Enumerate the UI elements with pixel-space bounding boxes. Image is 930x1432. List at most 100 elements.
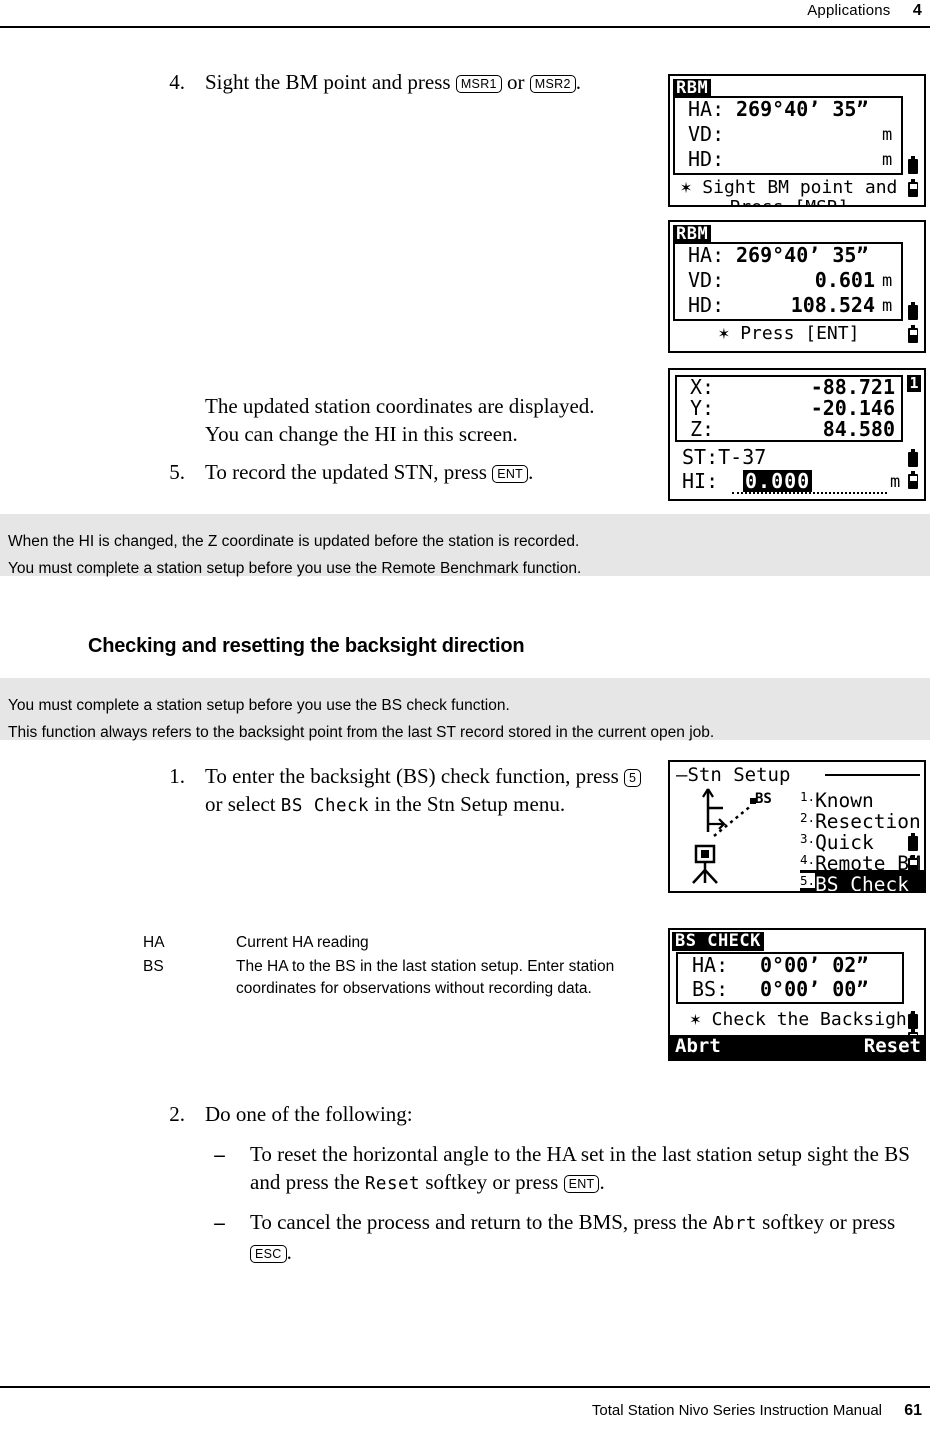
- lcd-row-z-label: Z:: [690, 417, 715, 441]
- softkey-abrt[interactable]: Abrt: [675, 1035, 721, 1057]
- lcd-screen-rbm-sight: RBM HA: 269°40’ 35” VD: m HD: m ✶ Sight …: [668, 74, 926, 207]
- step-1-text-mid: or select: [205, 792, 281, 816]
- title-rule: [825, 774, 920, 776]
- battery-icon-full: [908, 449, 918, 467]
- step-5-text-after: .: [528, 460, 534, 484]
- step-2: 2. Do one of the following:: [160, 1100, 925, 1128]
- lcd-row-ha-value: 0°00’ 02”: [760, 953, 869, 977]
- step-1-text-before: To enter the backsight (BS) check functi…: [205, 764, 624, 788]
- menu-label-bs-check: BS Check: [815, 873, 909, 893]
- lcd-row-ha-label: HA:: [688, 243, 725, 267]
- definition-row-bs: BS The HA to the BS in the last station …: [143, 956, 663, 1000]
- step-4-text-before: Sight the BM point and press: [205, 70, 456, 94]
- step-2-text: Do one of the following:: [205, 1102, 413, 1126]
- definition-list-ha-bs: HA Current HA reading BS The HA to the B…: [143, 932, 663, 1002]
- step-4-text-mid: or: [501, 70, 530, 94]
- lcd-row-hd-label: HD:: [688, 293, 725, 317]
- step-5: 5. To record the updated STN, press ENT.: [160, 458, 660, 486]
- softkey-reset[interactable]: Reset: [864, 1035, 921, 1057]
- footer-page-number: 61: [904, 1402, 922, 1419]
- header-section-label: Applications: [807, 2, 891, 19]
- step-5-text: To record the updated STN, press ENT.: [205, 458, 660, 486]
- lcd-row-x-label: X:: [690, 375, 715, 399]
- hi-input-field[interactable]: 0.000: [732, 470, 887, 494]
- definition-term-ha: HA: [143, 934, 165, 951]
- lcd-row-y-label: Y:: [690, 396, 715, 420]
- footer-running-title: Total Station Nivo Series Instruction Ma…: [592, 1402, 922, 1420]
- lcd-row-ha-value: 269°40’ 35”: [736, 97, 869, 121]
- lcd-row-vd-label: VD:: [688, 268, 725, 292]
- step-4-text: Sight the BM point and press MSR1 or MSR…: [205, 68, 660, 96]
- station-backsight-diagram: [692, 788, 756, 884]
- lcd-row-hd-label: HD:: [688, 147, 725, 171]
- lcd-hi-label: HI:: [682, 469, 719, 493]
- lcd-message-check-backsight: ✶ Check the Backsight: [690, 1009, 918, 1030]
- bullet-cancel-process: – To cancel the process and return to th…: [205, 1208, 927, 1266]
- definition-term-bs: BS: [143, 958, 164, 975]
- note-1-line-1: When the HI is changed, the Z coordinate…: [8, 533, 580, 550]
- menu-index-4: 4.: [800, 852, 816, 867]
- lcd-screen-rbm-measured: RBM HA: 269°40’ 35” VD: 0.601 m HD: 108.…: [668, 220, 926, 353]
- step-1-number: 1.: [169, 764, 185, 788]
- lcd-row-z-value: 84.580: [822, 417, 895, 441]
- lcd-row-y-value: -20.146: [810, 396, 895, 420]
- step-2-number: 2.: [169, 1102, 185, 1126]
- menu-option-bs-check-label: BS Check: [280, 796, 370, 816]
- lcd-row-vd-unit: m: [882, 125, 893, 145]
- menu-index-5: 5.: [800, 873, 816, 888]
- header-chapter-number: 4: [912, 2, 922, 19]
- step-4: 4. Sight the BM point and press MSR1 or …: [160, 68, 660, 96]
- lcd-row-vd-value: 0.601: [814, 268, 875, 292]
- lcd-row-vd-label: VD:: [688, 122, 725, 146]
- lcd-title-stn-setup: —Stn Setup: [676, 764, 791, 786]
- key-ent: ENT: [492, 464, 529, 483]
- key-ent: ENT: [563, 1174, 600, 1193]
- step-5-text-before: To record the updated STN, press: [205, 460, 493, 484]
- lcd-screen-station-coords: X: -88.721 Y: -20.146 Z: 84.580 1 ST:T-3…: [668, 368, 926, 501]
- bullet-2-text: To cancel the process and return to the …: [250, 1208, 927, 1266]
- softkey-abrt-label: Abrt: [712, 1214, 757, 1234]
- lcd-row-hd-value: 108.524: [790, 293, 875, 317]
- footer-divider: [0, 1386, 930, 1388]
- header-divider: [0, 26, 930, 28]
- lcd-screen-bs-check: BS CHECK HA: 0°00’ 02” BS: 0°00’ 00” ✶ C…: [668, 928, 926, 1061]
- lcd-row-ha-value: 269°40’ 35”: [736, 243, 869, 267]
- note-2-line-1: You must complete a station setup before…: [8, 697, 510, 714]
- step-1-text-after: in the Stn Setup menu.: [369, 792, 566, 816]
- battery-icon-low: [908, 325, 918, 343]
- bullet-2-text-before: To cancel the process and return to the …: [250, 1210, 713, 1234]
- battery-icon-low: [908, 471, 918, 489]
- page-footer: Total Station Nivo Series Instruction Ma…: [0, 1386, 930, 1432]
- lcd-softkey-bar: Abrt Reset: [670, 1035, 924, 1059]
- bullet-1-text-mid: softkey or press: [420, 1170, 564, 1194]
- battery-icon-full: [908, 156, 918, 174]
- key-esc: ESC: [250, 1244, 287, 1263]
- lcd-message-line1: ✶ Sight BM point and: [680, 177, 898, 198]
- note-2-line-2: This function always refers to the backs…: [8, 724, 715, 741]
- lcd-station-label: ST:T-37: [682, 445, 767, 469]
- menu-index-1: 1.: [800, 789, 816, 804]
- menu-index-3: 3.: [800, 831, 816, 846]
- bullet-1-text: To reset the horizontal angle to the HA …: [250, 1140, 927, 1198]
- battery-icon-full: [908, 1011, 918, 1029]
- lcd-title-stn-setup-text: Stn Setup: [687, 764, 791, 786]
- step-4-number: 4.: [169, 70, 185, 94]
- bullet-reset-horizontal-angle: – To reset the horizontal angle to the H…: [205, 1140, 927, 1198]
- battery-icon-full: [908, 302, 918, 320]
- menu-index-2: 2.: [800, 810, 816, 825]
- battery-icon-low: [908, 179, 918, 197]
- updated-coordinates-paragraph: The updated station coordinates are disp…: [205, 394, 595, 446]
- step-1-text: To enter the backsight (BS) check functi…: [205, 762, 660, 820]
- key-5: 5: [624, 768, 642, 787]
- battery-icon-low: [908, 855, 918, 873]
- bullet-2-text-after: .: [286, 1240, 292, 1264]
- hi-input-value[interactable]: 0.000: [743, 470, 813, 492]
- step-5-number: 5.: [169, 460, 185, 484]
- battery-icon-full: [908, 833, 918, 851]
- menu-item-bs-check-selected[interactable]: 5.BS Check: [800, 870, 924, 893]
- lcd-row-vd-unit: m: [882, 271, 893, 291]
- definition-desc-ha: Current HA reading: [236, 934, 369, 951]
- lcd-title-bs-check: BS CHECK: [672, 932, 764, 951]
- step-4-text-after: .: [575, 70, 581, 94]
- footer-manual-title: Total Station Nivo Series Instruction Ma…: [591, 1402, 883, 1419]
